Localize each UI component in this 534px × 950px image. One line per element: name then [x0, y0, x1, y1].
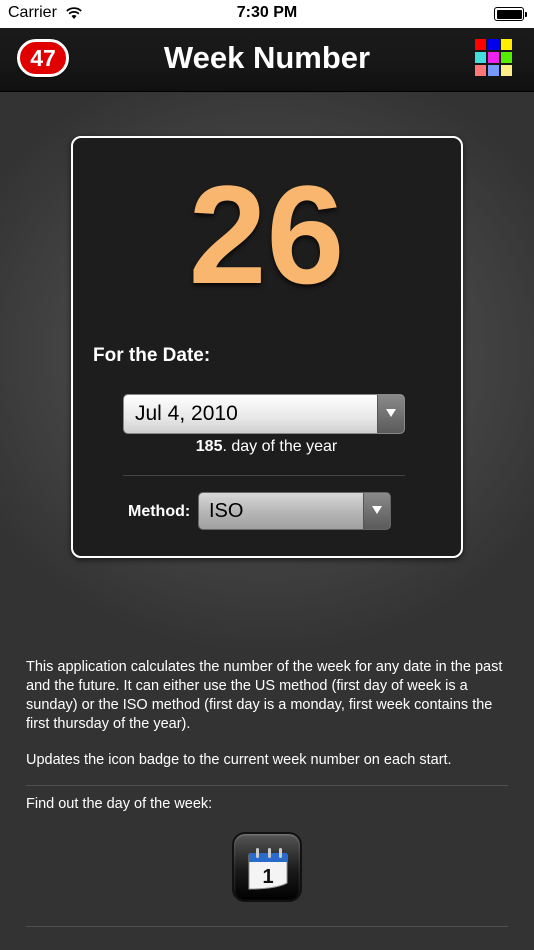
chevron-down-icon[interactable]	[377, 395, 404, 433]
card-divider	[123, 475, 405, 476]
grid-tile	[475, 65, 486, 76]
calendar-day-number: 1	[262, 866, 273, 888]
divider	[26, 926, 508, 927]
grid-tile	[501, 39, 512, 50]
app-description: This application calculates the number o…	[26, 659, 503, 732]
grid-tile	[475, 52, 486, 63]
week-number-card: 26 For the Date: Jul 4, 2010 185. day of…	[71, 136, 463, 558]
method-label: Method:	[128, 503, 191, 520]
color-grid-icon[interactable]	[475, 39, 513, 77]
week-number-value: 26	[188, 156, 345, 313]
grid-tile	[488, 65, 499, 76]
method-select[interactable]: ISO	[198, 492, 391, 530]
chevron-down-icon[interactable]	[363, 493, 390, 529]
grid-tile	[501, 65, 512, 76]
calendar-icon: 1	[248, 848, 288, 890]
status-bar: Carrier 7:30 PM	[0, 0, 534, 28]
status-time: 7:30 PM	[236, 4, 298, 21]
grid-tile	[488, 52, 499, 63]
divider	[26, 785, 508, 786]
day-of-year-text: 185. day of the year	[73, 438, 460, 456]
grid-tile	[501, 52, 512, 63]
badge-note: Updates the icon badge to the current we…	[26, 752, 452, 768]
for-date-label: For the Date:	[93, 345, 211, 366]
find-out-label: Find out the day of the week:	[26, 796, 213, 812]
grid-tile	[488, 39, 499, 50]
grid-tile	[475, 39, 486, 50]
date-picker[interactable]: Jul 4, 2010	[123, 394, 405, 434]
battery-icon	[494, 7, 527, 21]
day-of-year-suffix: . day of the year	[222, 438, 338, 455]
method-value: ISO	[209, 500, 244, 522]
calendar-app-button[interactable]: 1	[232, 832, 302, 902]
page-title: Week Number	[163, 40, 371, 75]
day-of-year-number: 185	[195, 438, 223, 455]
navigation-bar: 47 Week Number	[0, 28, 534, 92]
date-value: Jul 4, 2010	[135, 402, 238, 425]
